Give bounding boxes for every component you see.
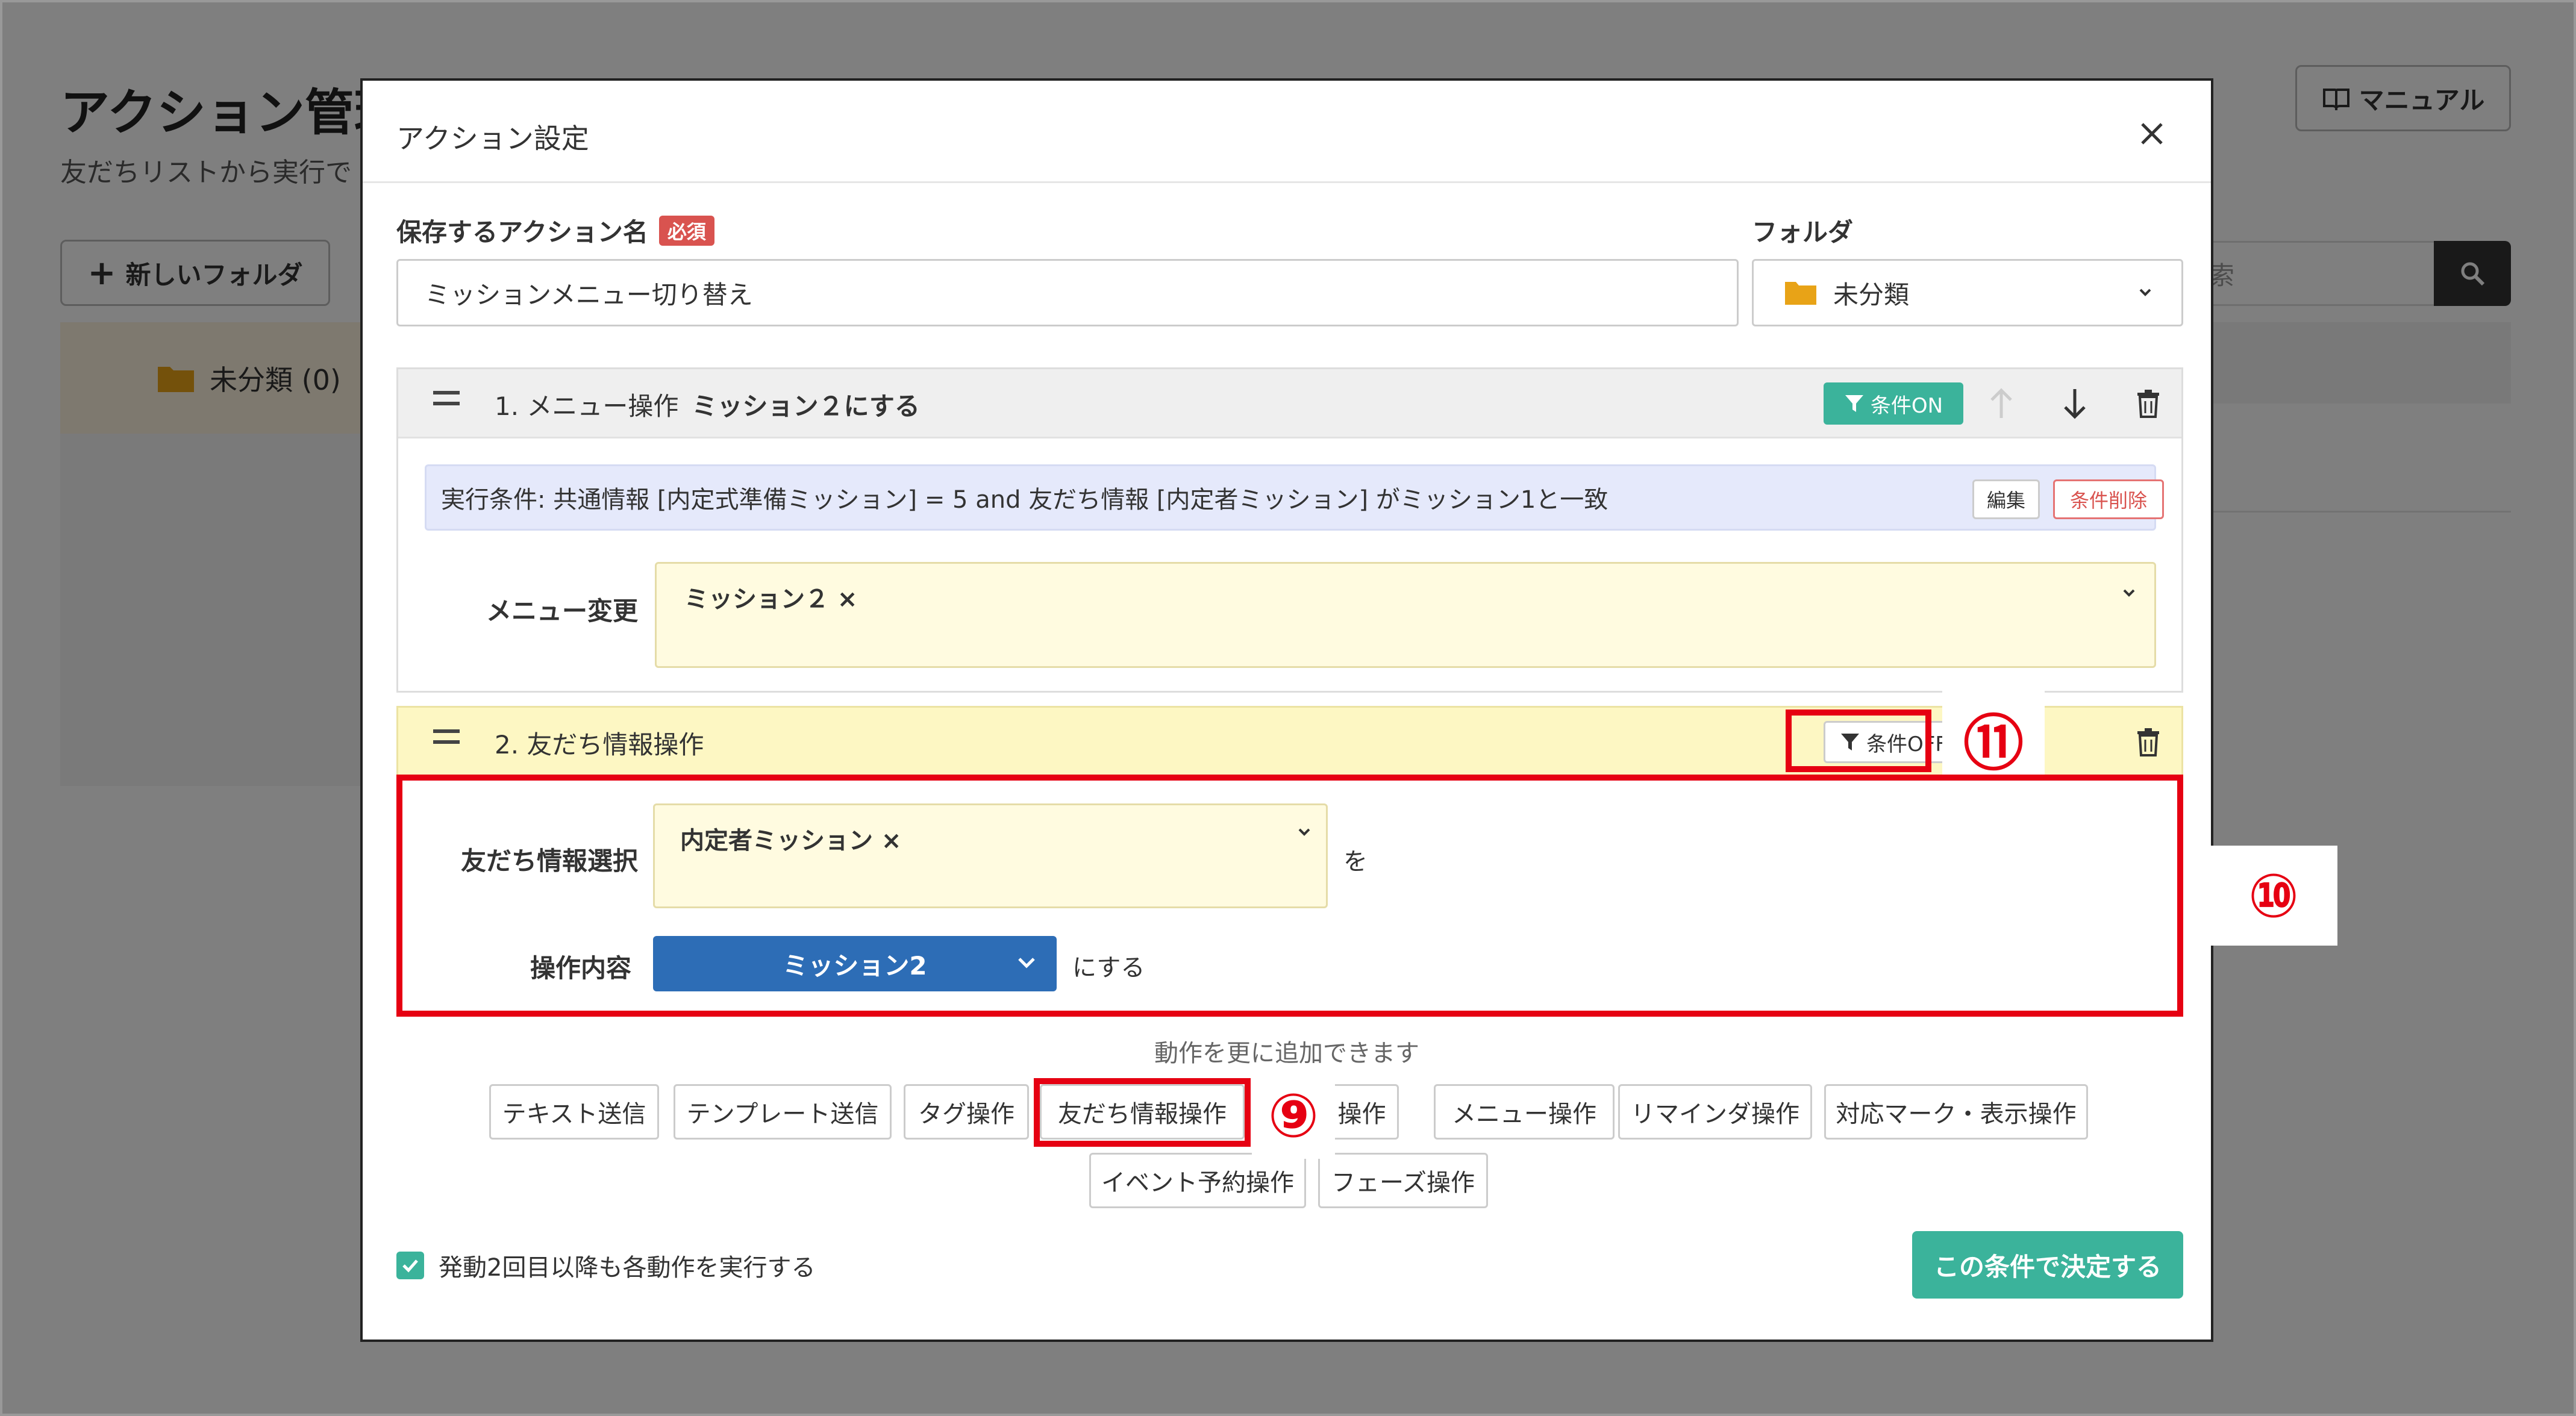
arrow-up-icon xyxy=(1990,388,2012,418)
condition-on-label: 条件ON xyxy=(1870,393,1943,418)
checkbox-checked-icon xyxy=(396,1252,424,1279)
close-button[interactable] xyxy=(2128,110,2176,158)
delete-action-1-button[interactable] xyxy=(2127,382,2169,425)
submit-condition-button[interactable]: この条件で決定する xyxy=(1912,1231,2183,1299)
action-1-number: 1. メニュー操作 xyxy=(495,391,679,421)
add-event-reservation-operation-button[interactable]: イベント予約操作 xyxy=(1089,1153,1306,1208)
action-2-title: 2. 友だち情報操作 xyxy=(495,725,704,761)
condition-summary: 実行条件: 共通情報 [内定式準備ミッション] = 5 and 友だち情報 [内… xyxy=(425,464,2164,531)
action-block-1: 1. メニュー操作 ミッション２にする 条件ON 実行条件: 共通情報 [内定式… xyxy=(396,367,2183,693)
action-1-title: 1. メニュー操作 ミッション２にする xyxy=(495,386,920,423)
action-2-header: 2. 友だち情報操作 条件OFF xyxy=(396,706,2183,777)
add-text-send-button[interactable]: テキスト送信 xyxy=(489,1084,659,1140)
callout-10: ⑩ xyxy=(2210,846,2337,946)
drag-handle-icon[interactable] xyxy=(433,391,460,413)
friend-info-select[interactable]: 内定者ミッション × xyxy=(653,803,1328,908)
repeat-actions-label: 発動2回目以降も各動作を実行する xyxy=(439,1254,816,1282)
action-name-input[interactable]: ミッションメニュー切り替え xyxy=(396,259,1739,326)
operation-label: 操作内容 xyxy=(530,953,632,983)
trash-icon xyxy=(2137,728,2159,756)
condition-text: 実行条件: 共通情報 [内定式準備ミッション] = 5 and 友だち情報 [内… xyxy=(441,486,1608,514)
friend-info-label: 友だち情報選択 xyxy=(461,846,639,876)
callout-11: ⑪ xyxy=(1942,687,2045,789)
menu-tag[interactable]: ミッション２ × xyxy=(684,579,857,614)
repeat-actions-checkbox[interactable]: 発動2回目以降も各動作を実行する xyxy=(396,1248,815,1283)
action-name-label-text: 保存するアクション名 xyxy=(396,217,648,247)
chevron-down-icon xyxy=(2139,289,2151,296)
trash-icon xyxy=(2137,390,2159,418)
condition-off-label: 条件OFF xyxy=(1866,732,1947,756)
arrow-down-icon xyxy=(2064,389,2086,419)
edit-condition-button[interactable]: 編集 xyxy=(1972,479,2040,519)
move-up-button[interactable] xyxy=(1980,382,2022,425)
add-tag-operation-button[interactable]: タグ操作 xyxy=(904,1084,1029,1140)
action-name-label: 保存するアクション名 必須 xyxy=(396,212,714,249)
particle-wo: を xyxy=(1343,848,1368,876)
action-1-header: 1. メニュー操作 ミッション２にする 条件ON xyxy=(398,369,2181,438)
action-settings-modal: アクション設定 保存するアクション名 必須 フォルダ ミッションメニュー切り替え… xyxy=(360,78,2337,1342)
drag-handle-icon[interactable] xyxy=(433,729,460,751)
action-2-number: 2. 友だち情報操作 xyxy=(495,730,704,759)
add-phase-operation-button[interactable]: フェーズ操作 xyxy=(1318,1153,1488,1208)
operation-value: ミッション2 xyxy=(783,950,927,981)
required-badge: 必須 xyxy=(658,215,714,246)
action-1-summary: ミッション２にする xyxy=(692,391,920,421)
add-reminder-operation-button[interactable]: リマインダ操作 xyxy=(1618,1084,1812,1140)
folder-select[interactable]: 未分類 xyxy=(1752,259,2183,326)
move-down-button[interactable] xyxy=(2054,382,2096,425)
filter-icon xyxy=(1845,395,1863,412)
menu-change-label: メニュー変更 xyxy=(486,596,639,626)
chevron-down-icon xyxy=(1298,828,1310,836)
check-icon xyxy=(402,1259,418,1273)
add-template-send-button[interactable]: テンプレート送信 xyxy=(674,1084,892,1140)
delete-condition-button[interactable]: 条件削除 xyxy=(2053,479,2164,519)
chevron-down-icon xyxy=(2123,589,2135,597)
filter-icon xyxy=(1841,734,1860,750)
folder-icon xyxy=(1785,282,1816,305)
callout-9: ⑨ xyxy=(1252,1072,1335,1159)
add-action-hint: 動作を更に追加できます xyxy=(1154,1040,1419,1067)
suffix-nisuru: にする xyxy=(1072,954,1145,982)
friend-info-tag[interactable]: 内定者ミッション × xyxy=(680,821,901,856)
action-name-value: ミッションメニュー切り替え xyxy=(425,279,753,310)
chevron-down-icon xyxy=(1018,958,1035,968)
condition-on-toggle[interactable]: 条件ON xyxy=(1824,382,1963,425)
add-friend-info-operation-button[interactable]: 友だち情報操作 xyxy=(1040,1084,1245,1140)
add-mark-display-operation-button[interactable]: 対応マーク・表示操作 xyxy=(1824,1084,2088,1140)
folder-select-value: 未分類 xyxy=(1833,279,1910,310)
operation-select[interactable]: ミッション2 xyxy=(653,936,1057,991)
folder-label: フォルダ xyxy=(1752,217,1854,247)
modal-title: アクション設定 xyxy=(396,122,589,155)
close-icon xyxy=(2141,123,2163,145)
modal-header: アクション設定 xyxy=(363,81,2211,183)
delete-action-2-button[interactable] xyxy=(2127,721,2169,763)
add-menu-operation-button[interactable]: メニュー操作 xyxy=(1434,1084,1615,1140)
menu-change-select[interactable]: ミッション２ × xyxy=(655,562,2156,668)
add-operation-button[interactable]: 操作 xyxy=(1327,1084,1399,1140)
